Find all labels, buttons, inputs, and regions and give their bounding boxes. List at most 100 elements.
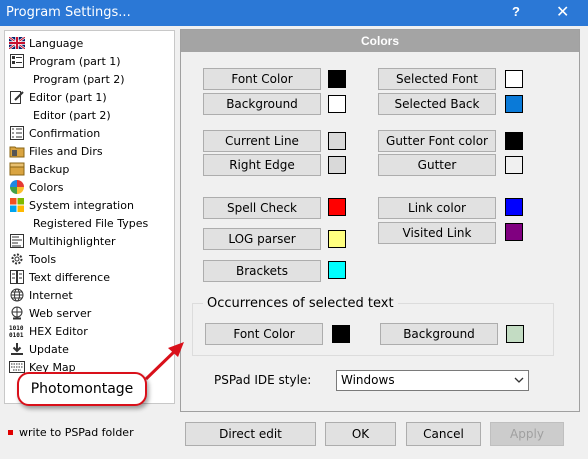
sidebar-item-label: Program (part 2): [33, 72, 125, 86]
footnote-text: write to PSPad folder: [19, 426, 134, 439]
link-color-button[interactable]: Link color: [378, 197, 496, 219]
callout-arrow-icon: [144, 342, 184, 381]
sidebar-item-label: Multihighlighter: [29, 234, 116, 248]
help-button[interactable]: ?: [512, 4, 520, 19]
occurrence-font-color-button[interactable]: Font Color: [205, 323, 323, 345]
selected-back-button[interactable]: Selected Back: [378, 93, 496, 115]
backup-icon: [9, 161, 25, 177]
selected-font-button[interactable]: Selected Font: [378, 68, 496, 90]
gear-icon: [9, 251, 25, 267]
sidebar-item-editor-part1[interactable]: Editor (part 1): [9, 88, 171, 106]
editor-icon: [9, 89, 25, 105]
sidebar-item-label: Backup: [29, 162, 70, 176]
diff-icon: [9, 269, 25, 285]
sidebar-item-editor-part2[interactable]: Editor (part 2): [33, 106, 174, 124]
uk-flag-icon: [9, 35, 25, 51]
gutter-font-color-button[interactable]: Gutter Font color: [378, 130, 496, 152]
gutter-font-color-swatch[interactable]: [505, 132, 523, 150]
brackets-swatch[interactable]: [328, 261, 346, 279]
brackets-button[interactable]: Brackets: [203, 260, 321, 282]
palette-icon: [9, 179, 25, 195]
visited-link-swatch[interactable]: [505, 223, 523, 241]
selected-back-swatch[interactable]: [505, 95, 523, 113]
sidebar-item-internet[interactable]: Internet: [9, 286, 171, 304]
sidebar-item-label: Colors: [29, 180, 64, 194]
web-server-icon: [9, 305, 25, 321]
log-parser-button[interactable]: LOG parser: [203, 228, 321, 250]
checklist-icon: [9, 125, 25, 141]
current-line-button[interactable]: Current Line: [203, 130, 321, 152]
ide-style-value: Windows: [341, 373, 395, 387]
occurrence-background-button[interactable]: Background: [380, 323, 498, 345]
sidebar-item-label: Editor (part 1): [29, 90, 107, 104]
photomontage-callout: Photomontage: [17, 372, 147, 406]
ide-style-select[interactable]: Windows: [336, 370, 529, 391]
sidebar-item-label: HEX Editor: [29, 324, 88, 338]
ok-button[interactable]: OK: [325, 422, 396, 446]
sidebar-item-colors[interactable]: Colors: [9, 178, 171, 196]
sidebar-item-program-part2[interactable]: Program (part 2): [33, 70, 174, 88]
windows-icon: [9, 197, 25, 213]
log-parser-swatch[interactable]: [328, 230, 346, 248]
occurrence-font-color-swatch[interactable]: [332, 325, 350, 343]
sidebar-item-label: Files and Dirs: [29, 144, 103, 158]
sidebar-item-label: Confirmation: [29, 126, 101, 140]
sidebar-item-label: Editor (part 2): [33, 108, 111, 122]
write-to-folder-note: write to PSPad folder: [8, 426, 134, 439]
font-color-swatch[interactable]: [328, 70, 346, 88]
direct-edit-button[interactable]: Direct edit: [185, 422, 316, 446]
panel-title: Colors: [181, 30, 579, 52]
svg-text:1010: 1010: [9, 325, 24, 332]
sidebar-item-label: Text difference: [29, 270, 110, 284]
red-marker-icon: [8, 430, 13, 435]
program-settings-window: Program Settings... ? ✕ Language Program…: [0, 0, 588, 459]
chevron-down-icon: [514, 371, 524, 396]
apply-button[interactable]: Apply: [490, 422, 564, 446]
close-button[interactable]: ✕: [556, 2, 569, 22]
svg-text:0101: 0101: [9, 332, 24, 338]
spell-check-button[interactable]: Spell Check: [203, 197, 321, 219]
globe-icon: [9, 287, 25, 303]
sidebar-item-system-integration[interactable]: System integration: [9, 196, 171, 214]
sidebar-item-multihighlighter[interactable]: Multihighlighter: [9, 232, 171, 250]
visited-link-button[interactable]: Visited Link: [378, 222, 496, 244]
spell-check-swatch[interactable]: [328, 198, 346, 216]
gutter-swatch[interactable]: [505, 156, 523, 174]
font-color-button[interactable]: Font Color: [203, 68, 321, 90]
link-color-swatch[interactable]: [505, 198, 523, 216]
sidebar-item-language[interactable]: Language: [9, 34, 171, 52]
sidebar-item-backup[interactable]: Backup: [9, 160, 171, 178]
cancel-button[interactable]: Cancel: [406, 422, 481, 446]
sidebar-item-label: Web server: [29, 306, 92, 320]
program-icon: [9, 53, 25, 69]
current-line-swatch[interactable]: [328, 132, 346, 150]
sidebar-item-label: Tools: [29, 252, 57, 266]
highlighter-icon: [9, 233, 25, 249]
right-edge-button[interactable]: Right Edge: [203, 154, 321, 176]
sidebar-item-label: System integration: [29, 198, 134, 212]
right-edge-swatch[interactable]: [328, 156, 346, 174]
sidebar-item-confirmation[interactable]: Confirmation: [9, 124, 171, 142]
sidebar-item-text-difference[interactable]: Text difference: [9, 268, 171, 286]
sidebar-item-label: Registered File Types: [33, 216, 149, 230]
title-bar: Program Settings... ? ✕: [0, 0, 588, 26]
gutter-button[interactable]: Gutter: [378, 154, 496, 176]
sidebar-item-program-part1[interactable]: Program (part 1): [9, 52, 171, 70]
selected-font-swatch[interactable]: [505, 70, 523, 88]
sidebar-item-label: Language: [29, 36, 84, 50]
occurrence-background-swatch[interactable]: [506, 325, 524, 343]
hex-icon: 1010 0101: [9, 323, 25, 339]
background-button[interactable]: Background: [203, 93, 321, 115]
sidebar-item-label: Program (part 1): [29, 54, 121, 68]
download-icon: [9, 341, 25, 357]
background-swatch[interactable]: [328, 95, 346, 113]
sidebar-item-label: Update: [29, 342, 69, 356]
sidebar-item-label: Internet: [29, 288, 73, 302]
sidebar-item-web-server[interactable]: Web server: [9, 304, 171, 322]
ide-style-label: PSPad IDE style:: [214, 373, 312, 387]
window-title: Program Settings...: [6, 5, 131, 20]
sidebar-item-tools[interactable]: Tools: [9, 250, 171, 268]
folder-icon: [9, 143, 25, 159]
sidebar-item-files-and-dirs[interactable]: Files and Dirs: [9, 142, 171, 160]
sidebar-item-registered-file-types[interactable]: Registered File Types: [33, 214, 174, 232]
